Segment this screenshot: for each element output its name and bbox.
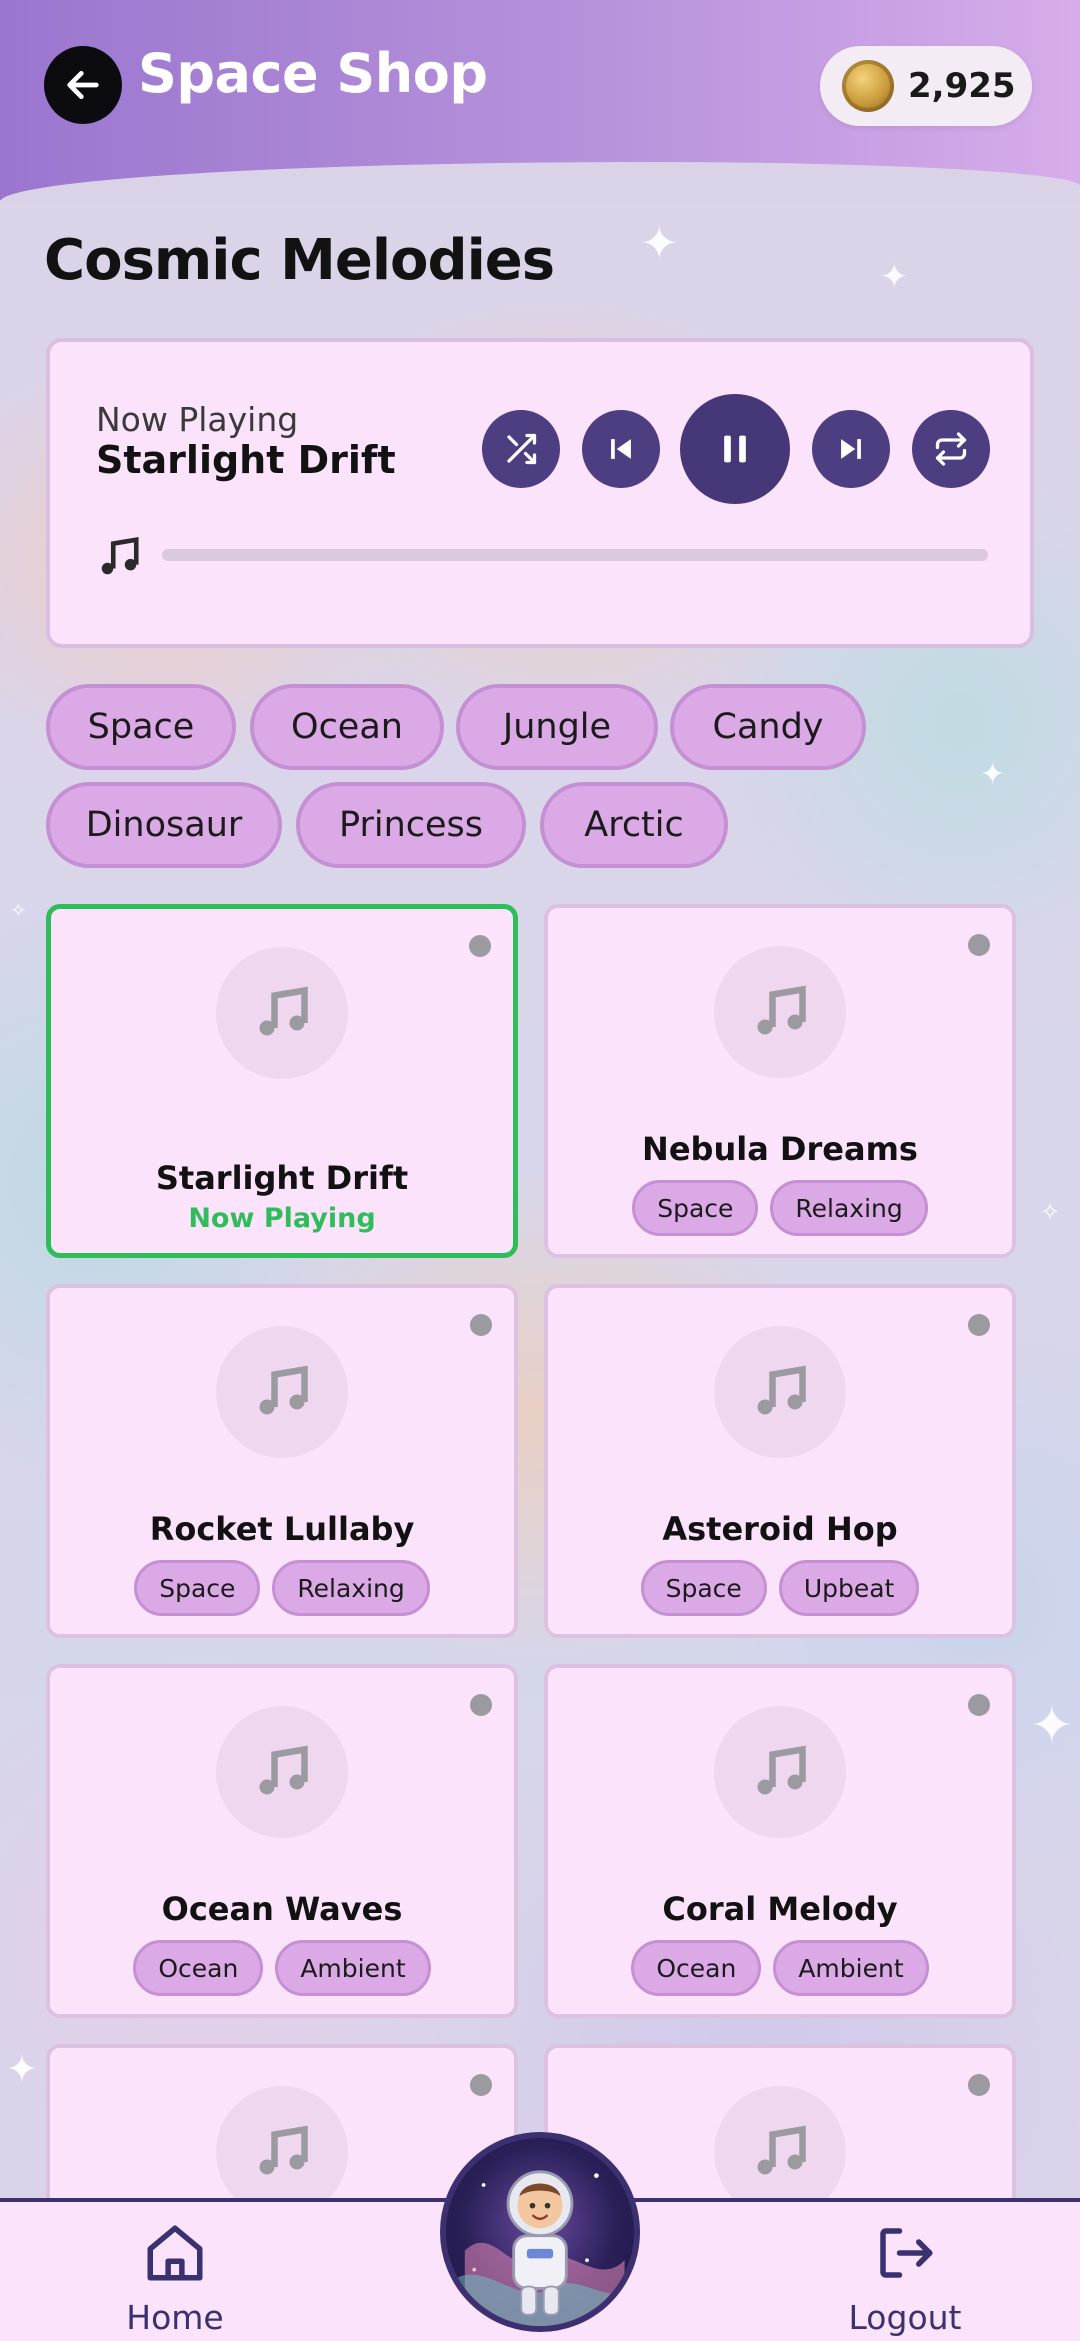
tag: Relaxing <box>272 1560 430 1616</box>
tag: Ambient <box>275 1940 431 1996</box>
track-card[interactable]: Starlight Drift Now Playing <box>46 904 518 1258</box>
logout-icon <box>880 2228 933 2278</box>
status-dot <box>968 1314 990 1336</box>
track-art <box>714 1326 846 1458</box>
track-tags: Space Relaxing <box>548 1180 1012 1236</box>
music-note-icon <box>259 2125 308 2175</box>
track-title: Nebula Dreams <box>642 1130 918 1168</box>
section-title: Cosmic Melodies <box>44 228 555 293</box>
next-icon <box>841 439 861 459</box>
tag: Space <box>640 1560 767 1616</box>
track-tags: Space Relaxing <box>50 1560 514 1616</box>
back-arrow-icon <box>67 71 99 99</box>
track-tags: Space Upbeat <box>548 1560 1012 1616</box>
tag: Ocean <box>631 1940 762 1996</box>
status-dot <box>470 1314 492 1336</box>
track-title: Rocket Lullaby <box>149 1510 415 1548</box>
shuffle-button[interactable] <box>482 410 560 488</box>
nav-logout-label: Logout <box>848 2298 962 2337</box>
coin-balance: 2,925 <box>820 46 1032 126</box>
tag: Upbeat <box>778 1560 920 1616</box>
category-chip-arctic[interactable]: Arctic <box>540 782 728 868</box>
track-card[interactable]: Ocean Waves Ocean Ambient <box>46 1664 518 2018</box>
category-chip-princess[interactable]: Princess <box>296 782 526 868</box>
status-dot <box>968 934 990 956</box>
astronaut-icon <box>455 2170 634 2326</box>
track-art <box>216 1706 348 1838</box>
home-icon <box>147 2225 203 2281</box>
music-note-icon <box>757 985 806 1035</box>
pause-button[interactable] <box>680 394 790 504</box>
repeat-icon <box>935 432 967 466</box>
astronaut-avatar[interactable] <box>440 2132 640 2332</box>
track-title: Starlight Drift <box>155 1159 409 1197</box>
music-note-icon <box>757 2125 806 2175</box>
status-dot <box>470 2074 492 2096</box>
status-dot <box>968 1694 990 1716</box>
progress-bar[interactable] <box>162 549 988 561</box>
music-note-icon <box>259 986 308 1036</box>
tag: Relaxing <box>770 1180 928 1236</box>
category-chip-dinosaur[interactable]: Dinosaur <box>46 782 282 868</box>
track-card[interactable]: Rocket Lullaby Space Relaxing <box>46 1284 518 1638</box>
coin-icon <box>842 60 894 112</box>
nav-home-label: Home <box>126 2298 224 2337</box>
track-art <box>216 947 348 1079</box>
now-playing-status: Now Playing <box>188 1203 376 1234</box>
next-button[interactable] <box>812 410 890 488</box>
status-dot <box>469 935 491 957</box>
track-card[interactable]: Nebula Dreams Space Relaxing <box>544 904 1016 1258</box>
nav-logout[interactable]: Logout <box>805 2220 1005 2337</box>
nav-home[interactable]: Home <box>75 2220 275 2337</box>
status-dot <box>968 2074 990 2096</box>
track-art <box>714 946 846 1078</box>
repeat-button[interactable] <box>912 410 990 488</box>
track-title: Coral Melody <box>662 1890 898 1928</box>
category-chip-candy[interactable]: Candy <box>670 684 866 770</box>
category-chip-ocean[interactable]: Ocean <box>250 684 444 770</box>
shuffle-icon <box>507 433 537 465</box>
track-tags: Ocean Ambient <box>548 1940 1012 1996</box>
music-player: Now Playing Starlight Drift <box>46 338 1034 648</box>
pause-icon <box>724 435 746 463</box>
tag: Space <box>134 1560 261 1616</box>
music-note-icon <box>757 1365 806 1415</box>
page-title: Space Shop <box>138 42 488 105</box>
status-dot <box>470 1694 492 1716</box>
track-art <box>216 1326 348 1458</box>
category-chip-space[interactable]: Space <box>46 684 236 770</box>
track-title: Ocean Waves <box>161 1890 403 1928</box>
now-playing-label: Now Playing <box>96 400 299 439</box>
now-playing-title: Starlight Drift <box>96 438 396 482</box>
music-note-icon <box>757 1745 806 1795</box>
music-note-icon <box>259 1365 308 1415</box>
tag: Ocean <box>133 1940 264 1996</box>
track-card[interactable]: Asteroid Hop Space Upbeat <box>544 1284 1016 1638</box>
track-art <box>714 1706 846 1838</box>
tag: Space <box>632 1180 759 1236</box>
back-button[interactable] <box>44 46 122 124</box>
music-note-icon <box>259 1745 308 1795</box>
previous-button[interactable] <box>582 410 660 488</box>
category-chip-jungle[interactable]: Jungle <box>456 684 658 770</box>
tag: Ambient <box>773 1940 929 1996</box>
track-card[interactable]: Coral Melody Ocean Ambient <box>544 1664 1016 2018</box>
track-tags: Ocean Ambient <box>50 1940 514 1996</box>
coin-count: 2,925 <box>908 66 1016 106</box>
music-note-icon <box>101 537 139 575</box>
previous-icon <box>611 439 631 459</box>
track-title: Asteroid Hop <box>662 1510 898 1548</box>
